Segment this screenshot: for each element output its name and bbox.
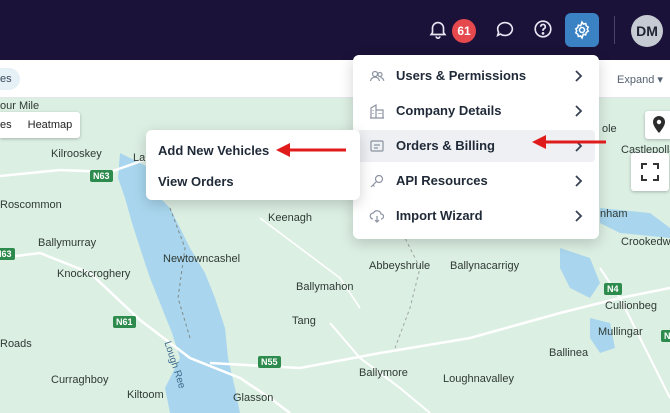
road-shield: N55 [258, 356, 281, 368]
help-icon[interactable] [532, 18, 554, 40]
building-icon [369, 103, 385, 119]
menu-item-label: Import Wizard [396, 208, 483, 223]
submenu-item-add-new-vehicles[interactable]: Add New Vehicles [158, 143, 269, 158]
key-icon [369, 173, 385, 189]
map-place-label: Curraghboy [51, 374, 109, 386]
menu-item-company-details[interactable]: Company Details [357, 95, 595, 127]
map-place-label: Newtowncashel [163, 253, 241, 265]
map-place-label: Ballinea [549, 347, 589, 359]
location-pin-button[interactable] [645, 111, 670, 139]
user-avatar[interactable]: DM [631, 15, 663, 47]
bell-icon[interactable] [427, 18, 449, 40]
submenu-item-view-orders[interactable]: View Orders [158, 174, 234, 189]
users-icon [369, 68, 385, 84]
map-place-label: Mullingar [598, 326, 643, 338]
map-place-label: Cullionbeg [605, 300, 657, 312]
topbar-divider [614, 16, 615, 44]
map-place-label: Abbeyshrule [369, 260, 431, 272]
menu-item-import-wizard[interactable]: Import Wizard [357, 200, 595, 232]
map-place-label: Ballymahon [296, 281, 354, 293]
receipt-icon [369, 138, 385, 154]
map-place-label: our Mile [0, 100, 40, 112]
road-shield: N4 [604, 283, 622, 295]
chevron-right-icon [572, 69, 584, 83]
layer-option[interactable]: es [0, 112, 20, 138]
heatmap-layer-option[interactable]: Heatmap [20, 112, 81, 138]
settings-button[interactable] [565, 13, 599, 47]
menu-item-label: Orders & Billing [396, 138, 495, 153]
map-layer-controls: es Heatmap [0, 112, 81, 138]
chevron-right-icon [572, 209, 584, 223]
map-place-label: nham [600, 208, 628, 220]
notification-count-badge[interactable]: 61 [452, 19, 476, 43]
menu-item-users-permissions[interactable]: Users & Permissions [357, 60, 595, 92]
map-place-label: Loughnavalley [443, 373, 514, 385]
map-place-label: Ballymurray [38, 237, 97, 249]
map-place-label: Kilrooskey [51, 148, 102, 160]
menu-item-api-resources[interactable]: API Resources [357, 165, 595, 197]
chat-icon[interactable] [494, 18, 516, 40]
menu-item-label: API Resources [396, 173, 488, 188]
cloud-download-icon [369, 208, 385, 224]
annotation-arrow-right [532, 135, 606, 149]
annotation-arrow-left [276, 143, 346, 157]
map-place-label: Crookedw [621, 236, 670, 248]
map-place-label: Ballynacarrigy [450, 260, 520, 272]
top-navigation-bar: 61 DM [0, 0, 670, 60]
fullscreen-icon [641, 163, 659, 181]
gear-icon [574, 20, 590, 40]
map-place-label: Roads [0, 338, 32, 350]
menu-item-label: Users & Permissions [396, 68, 527, 83]
chevron-right-icon [572, 104, 584, 118]
orders-billing-submenu: Add New Vehicles View Orders [146, 130, 360, 200]
fullscreen-button[interactable] [631, 153, 669, 191]
expand-toggle[interactable]: Expand ▾ [617, 73, 663, 86]
map-place-label: Glasson [233, 392, 274, 404]
chevron-right-icon [572, 174, 584, 188]
menu-item-label: Company Details [396, 103, 502, 118]
map-place-label: La [133, 152, 146, 164]
map-place-label: Kiltoom [127, 389, 164, 401]
road-shield: N63 [90, 170, 113, 182]
map-place-label: Knockcroghery [57, 268, 131, 280]
map-pin-icon [653, 116, 665, 133]
map-place-label: Ballymore [359, 367, 408, 379]
map-place-label: Roscommon [0, 199, 62, 211]
road-shield: N4 [661, 330, 670, 342]
map-place-label: Keenagh [268, 212, 313, 224]
road-shield: N63 [0, 248, 15, 260]
road-shield: N61 [113, 316, 136, 328]
map-place-label: Tang [292, 315, 316, 327]
filter-chip[interactable]: es [0, 68, 20, 90]
